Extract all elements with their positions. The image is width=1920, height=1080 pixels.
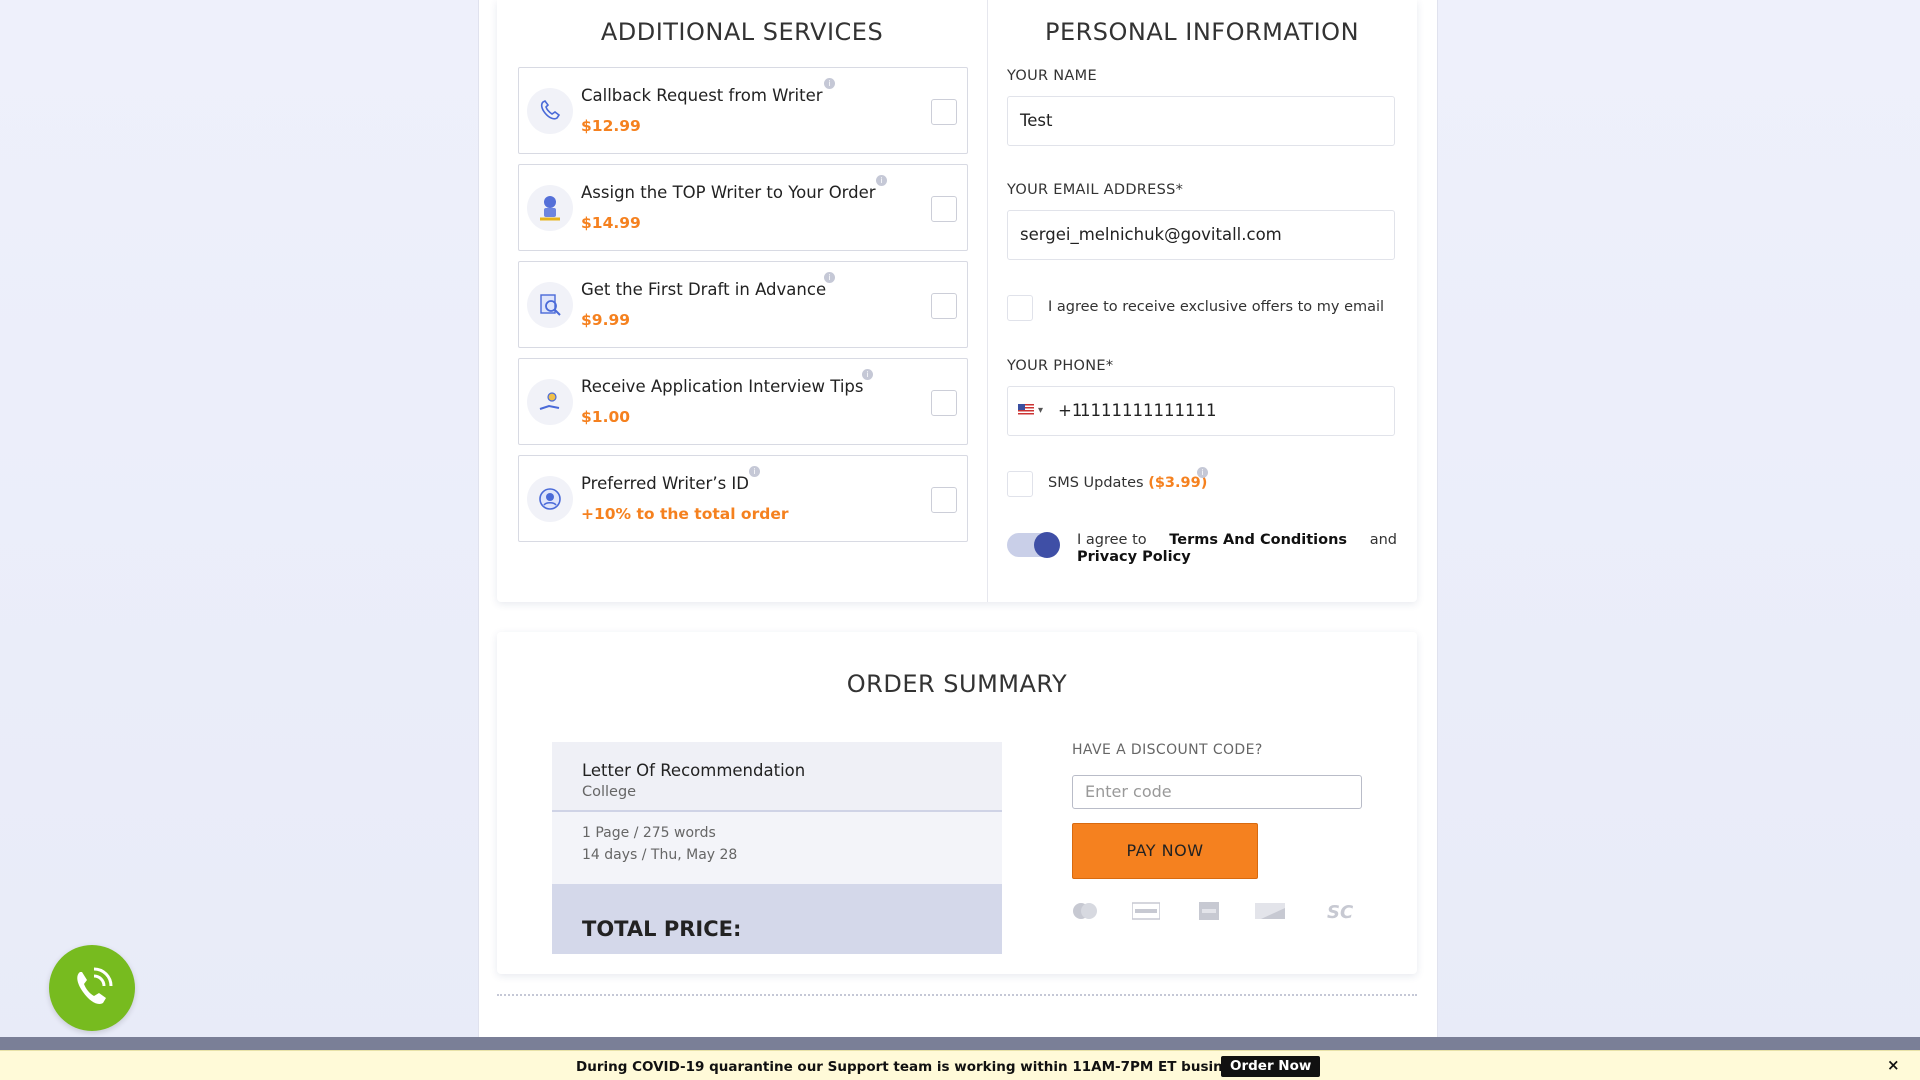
- service-name: Receive Application Interview Tips: [581, 377, 864, 396]
- deadline: 14 days / Thu, May 28: [582, 847, 738, 863]
- section-divider: [497, 994, 1417, 996]
- info-icon[interactable]: i: [862, 369, 873, 380]
- service-checkbox[interactable]: [931, 99, 957, 125]
- email-label: YOUR EMAIL ADDRESS*: [1007, 182, 1184, 198]
- service-name: Assign the TOP Writer to Your Order: [581, 183, 876, 202]
- product-name: Letter Of Recommendation: [582, 761, 806, 780]
- discount-code-input[interactable]: Enter code: [1072, 775, 1362, 809]
- service-item-callback[interactable]: Callback Request from Writer i $12.99: [518, 67, 968, 154]
- sms-checkbox[interactable]: [1007, 471, 1033, 497]
- order-summary-card: ORDER SUMMARY Letter Of Recommendation C…: [497, 632, 1417, 974]
- terms-prefix: I agree to: [1077, 532, 1147, 548]
- chevron-down-icon[interactable]: ▾: [1038, 387, 1043, 435]
- academic-level: College: [582, 784, 637, 800]
- discount-label: HAVE A DISCOUNT CODE?: [1072, 742, 1263, 758]
- name-input[interactable]: Test: [1007, 96, 1395, 146]
- order-params: 1 Page / 275 words 14 days / Thu, May 28: [552, 812, 1002, 884]
- terms-text: I agree to Terms And Conditions and Priv…: [1077, 532, 1397, 566]
- offers-text: I agree to receive exclusive offers to m…: [1048, 299, 1385, 315]
- writer-id-icon: [527, 476, 573, 522]
- footer-band: [0, 1037, 1920, 1050]
- column-divider: [987, 0, 988, 602]
- personal-info-title: PERSONAL INFORMATION: [1044, 18, 1360, 46]
- service-name: Preferred Writer’s ID: [581, 474, 749, 493]
- discover-icon: [1255, 902, 1285, 925]
- service-price: +10% to the total order: [581, 505, 789, 523]
- pay-now-button[interactable]: PAY NOW: [1072, 823, 1258, 879]
- service-checkbox[interactable]: [931, 196, 957, 222]
- phone-country-code: +1: [1058, 401, 1083, 420]
- service-price: $12.99: [581, 117, 641, 135]
- call-button[interactable]: [49, 945, 135, 1031]
- service-price: $14.99: [581, 214, 641, 232]
- us-flag-icon[interactable]: [1018, 404, 1034, 415]
- order-now-button[interactable]: Order Now: [1221, 1056, 1321, 1077]
- info-icon[interactable]: i: [876, 175, 887, 186]
- phone-icon: [527, 88, 573, 134]
- pages-words: 1 Page / 275 words: [582, 825, 716, 841]
- close-icon[interactable]: ×: [1887, 1056, 1900, 1074]
- covid-banner: During COVID-19 quarantine our Support t…: [0, 1050, 1920, 1080]
- order-details: Letter Of Recommendation College 1 Page …: [552, 742, 1002, 954]
- service-checkbox[interactable]: [931, 293, 957, 319]
- name-label: YOUR NAME: [1007, 68, 1097, 84]
- offers-checkbox[interactable]: [1007, 295, 1033, 321]
- service-item-interview-tips[interactable]: Receive Application Interview Tips i $1.…: [518, 358, 968, 445]
- service-item-first-draft[interactable]: Get the First Draft in Advance i $9.99: [518, 261, 968, 348]
- sms-price: ($3.99): [1148, 475, 1208, 491]
- service-name: Get the First Draft in Advance: [581, 280, 827, 299]
- email-input[interactable]: sergei_melnichuk@govitall.com: [1007, 210, 1395, 260]
- total-price-label: TOTAL PRICE:: [582, 917, 742, 941]
- covid-banner-text: During COVID-19 quarantine our Support t…: [576, 1059, 1296, 1075]
- service-checkbox[interactable]: [931, 487, 957, 513]
- toggle-knob: [1034, 532, 1060, 558]
- service-item-top-writer[interactable]: Assign the TOP Writer to Your Order i $1…: [518, 164, 968, 251]
- amex-icon: [1199, 902, 1219, 925]
- visa-icon: [1131, 902, 1161, 925]
- additional-services-title: ADDITIONAL SERVICES: [600, 18, 884, 46]
- draft-icon: [527, 282, 573, 328]
- sms-text: SMS Updates: [1048, 475, 1144, 491]
- privacy-link[interactable]: Privacy Policy: [1077, 549, 1397, 566]
- phone-label: YOUR PHONE*: [1007, 358, 1114, 374]
- sms-label: SMS Updates ($3.99): [1048, 475, 1207, 491]
- terms-toggle[interactable]: [1007, 532, 1060, 558]
- sc-icon: SC: [1327, 902, 1354, 923]
- info-icon[interactable]: i: [1197, 467, 1208, 478]
- service-name: Callback Request from Writer: [581, 86, 823, 105]
- order-form-card: ADDITIONAL SERVICES Callback Request fro…: [497, 0, 1417, 602]
- info-icon[interactable]: i: [824, 272, 835, 283]
- service-price: $1.00: [581, 408, 631, 426]
- service-checkbox[interactable]: [931, 390, 957, 416]
- terms-link[interactable]: Terms And Conditions: [1169, 532, 1347, 549]
- payment-methods: SC: [1072, 902, 1372, 924]
- terms-and: and: [1369, 532, 1397, 548]
- service-price: $9.99: [581, 311, 631, 329]
- order-header: Letter Of Recommendation College: [552, 742, 1002, 812]
- tips-icon: [527, 379, 573, 425]
- phone-number: 1111111111111: [1080, 401, 1217, 420]
- total-price-row: TOTAL PRICE:: [552, 884, 1002, 954]
- service-item-writer-id[interactable]: Preferred Writer’s ID i +10% to the tota…: [518, 455, 968, 542]
- order-summary-title: ORDER SUMMARY: [846, 670, 1068, 698]
- mastercard-icon: [1072, 902, 1098, 925]
- info-icon[interactable]: i: [749, 466, 760, 477]
- info-icon[interactable]: i: [824, 78, 835, 89]
- phone-input[interactable]: ▾ +1 1111111111111: [1007, 386, 1395, 436]
- phone-call-icon: [77, 967, 113, 1004]
- top-writer-icon: [527, 185, 573, 231]
